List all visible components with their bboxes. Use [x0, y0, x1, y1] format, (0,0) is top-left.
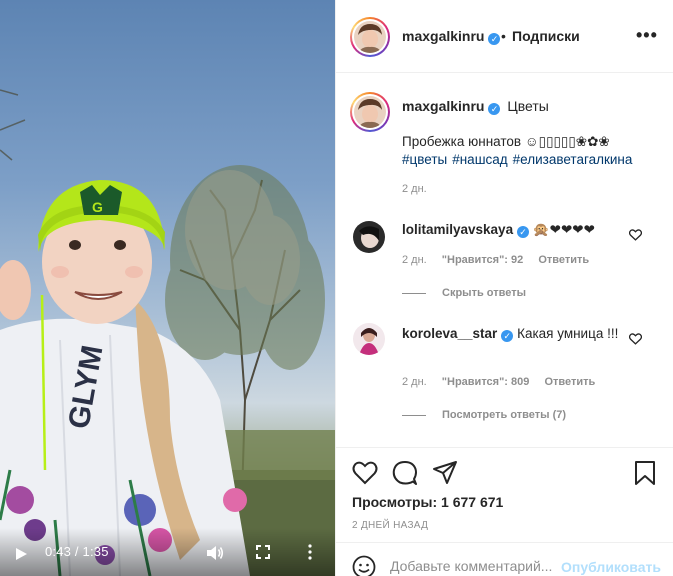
toggle-replies-label: Скрыть ответы	[442, 287, 526, 299]
bookmark-icon[interactable]	[632, 460, 658, 486]
caption-time[interactable]: 2 дн.	[402, 183, 427, 195]
volume-icon[interactable]	[206, 545, 224, 561]
more-options-icon[interactable]: •••	[636, 26, 658, 44]
comment-meta: 2 дн. "Нравится": 809 Ответить	[402, 376, 607, 388]
reply-button[interactable]: Ответить	[538, 254, 589, 266]
video-player[interactable]: GLYM G 0:43 / 1:35	[0, 0, 335, 576]
comment-text: 🙊❤❤❤❤	[532, 222, 595, 237]
separator-dot: •	[501, 28, 506, 44]
video-frame: GLYM G	[0, 89, 335, 576]
comment-time[interactable]: 2 дн.	[402, 254, 427, 266]
caption-avatar[interactable]	[350, 92, 390, 132]
verified-badge-icon: ✓	[488, 103, 501, 115]
publish-button[interactable]: Опубликовать	[561, 559, 661, 575]
comment-like-heart-icon[interactable]	[629, 333, 642, 345]
share-icon[interactable]	[432, 460, 458, 486]
views-count: Просмотры: 1 677 671	[352, 494, 504, 510]
hashtag-link[interactable]: #цветы	[402, 152, 447, 167]
caption-header: maxgalkinru ✓ Цветы	[402, 98, 549, 115]
avatar-photo	[353, 221, 385, 253]
svg-text:G: G	[92, 199, 103, 215]
video-controls: 0:43 / 1:35	[0, 528, 335, 576]
comment-likes[interactable]: "Нравится": 809	[442, 376, 530, 388]
verified-badge-icon: ✓	[501, 330, 514, 342]
replies-line	[402, 414, 426, 416]
post-date[interactable]: 2 ДНЕЙ НАЗАД	[352, 520, 428, 531]
following-button[interactable]: Подписки	[512, 28, 580, 44]
verified-badge-icon: ✓	[517, 226, 530, 238]
toggle-replies-label: Посмотреть ответы (7)	[442, 409, 567, 421]
fullscreen-icon[interactable]	[256, 545, 270, 559]
author-avatar[interactable]	[350, 17, 390, 57]
comment-body: koroleva__star ✓ Какая умница !!!	[402, 325, 622, 343]
comment-username[interactable]: koroleva__star	[402, 326, 497, 341]
add-comment-input[interactable]	[390, 558, 556, 574]
comment-time[interactable]: 2 дн.	[402, 376, 427, 388]
hashtag-link[interactable]: #нашсад	[452, 152, 507, 167]
commenter-avatar[interactable]	[353, 323, 385, 355]
post-actions: Просмотры: 1 677 671 2 ДНЕЙ НАЗАД Опубли…	[336, 447, 673, 576]
author-username-text: maxgalkinru	[402, 28, 485, 44]
play-icon[interactable]	[14, 547, 28, 561]
post-side-panel: maxgalkinru ✓ • Подписки ••• maxgalkinru ✓…	[335, 0, 673, 576]
reply-button[interactable]: Ответить	[544, 376, 595, 388]
avatar-photo	[353, 323, 385, 355]
avatar-face	[354, 96, 386, 128]
hashtag-link[interactable]: #елизаветагалкина	[513, 152, 633, 167]
comment-meta: 2 дн. "Нравится": 92 Ответить	[402, 254, 601, 266]
toggle-replies[interactable]: Посмотреть ответы (7)	[402, 409, 566, 421]
comment-like-heart-icon[interactable]	[629, 229, 642, 241]
heart-icon[interactable]	[352, 460, 378, 486]
comment-text: Какая умница !!!	[517, 326, 619, 341]
add-comment-row: Опубликовать	[336, 542, 673, 576]
caption-hashtags: #цветы #нашсад #елизаветагалкина	[402, 152, 637, 167]
comment-username[interactable]: lolitamilyavskaya	[402, 222, 513, 237]
comment-body: lolitamilyavskaya ✓ 🙊❤❤❤❤	[402, 221, 622, 239]
comment-icon[interactable]	[392, 460, 418, 486]
author-username[interactable]: maxgalkinru ✓	[402, 28, 501, 45]
commenter-avatar[interactable]	[353, 221, 385, 253]
replies-line	[402, 292, 426, 294]
verified-badge-icon: ✓	[488, 33, 501, 45]
video-time: 0:43 / 1:35	[45, 544, 109, 559]
caption-username[interactable]: maxgalkinru	[402, 98, 484, 114]
toggle-replies[interactable]: Скрыть ответы	[402, 287, 526, 299]
smiley-icon[interactable]	[352, 555, 376, 576]
comment-likes[interactable]: "Нравится": 92	[442, 254, 523, 266]
avatar-face	[354, 21, 386, 53]
caption-text: Пробежка юннатов ☺▯▯▯▯▯❀✿❀	[402, 134, 610, 149]
video-more-icon[interactable]	[307, 544, 313, 560]
post-header: maxgalkinru ✓ • Подписки •••	[336, 0, 673, 73]
caption-location[interactable]: Цветы	[507, 98, 548, 114]
